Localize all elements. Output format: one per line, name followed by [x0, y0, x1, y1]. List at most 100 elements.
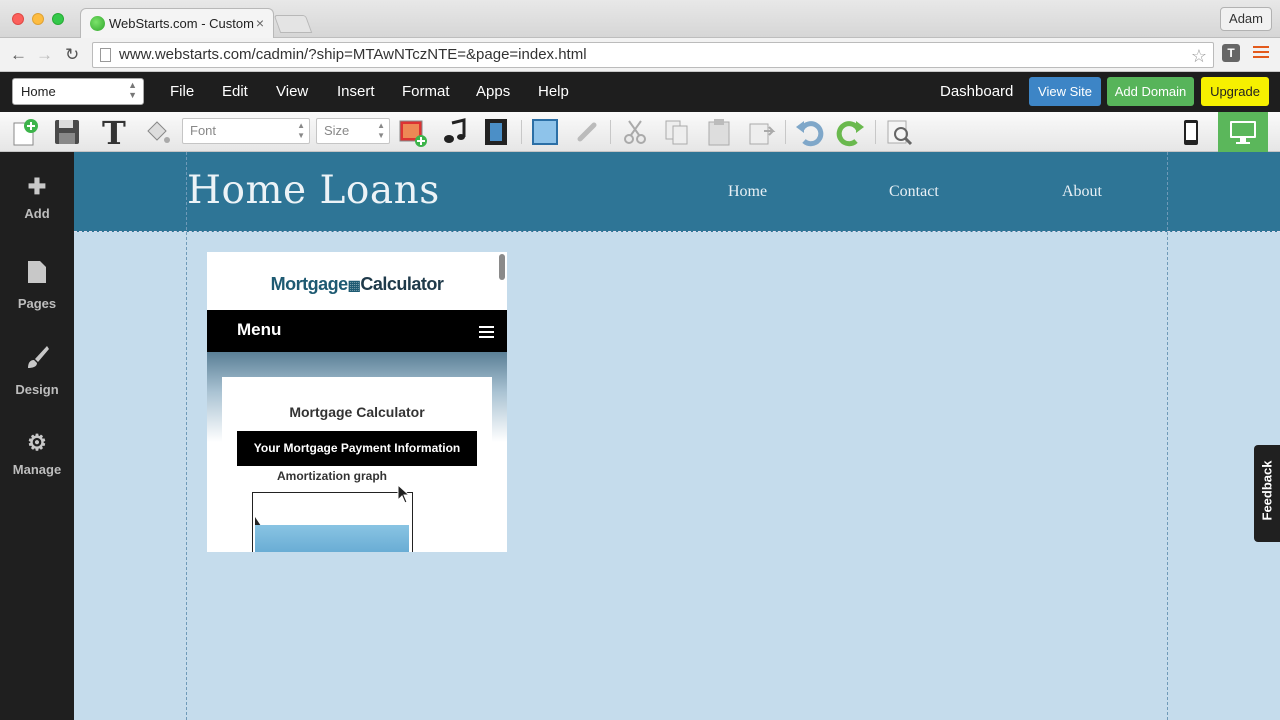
tab-close-icon[interactable]: × — [256, 15, 264, 31]
add-domain-button[interactable]: Add Domain — [1107, 77, 1194, 106]
select-arrows-icon: ▲ ▼ — [377, 121, 385, 140]
upgrade-button[interactable]: Upgrade — [1201, 77, 1269, 106]
reload-icon[interactable]: ↻ — [65, 45, 79, 65]
site-nav-about[interactable]: About — [1062, 183, 1102, 201]
paste-special-icon[interactable] — [746, 117, 776, 147]
window-maximize-button[interactable] — [52, 13, 64, 25]
site-nav-home[interactable]: Home — [728, 183, 767, 201]
link-icon[interactable] — [572, 117, 602, 147]
site-header[interactable]: Home Loans Home Contact About — [74, 152, 1280, 232]
toolbar-separator — [785, 120, 786, 144]
redo-icon[interactable] — [836, 117, 866, 147]
feedback-tab[interactable]: Feedback — [1254, 445, 1280, 542]
svg-text:T: T — [102, 117, 126, 147]
menu-edit[interactable]: Edit — [222, 83, 248, 100]
sidebar-item-label: Add — [24, 206, 50, 221]
page-icon — [100, 48, 111, 62]
image-icon[interactable] — [398, 117, 428, 147]
window-minimize-button[interactable] — [32, 13, 44, 25]
amortization-graph — [252, 492, 413, 552]
widget-card: Mortgage Calculator Your Mortgage Paymen… — [222, 377, 492, 552]
editor-toolbar: T Font ▲ ▼ Size ▲ ▼ — [0, 112, 1280, 152]
site-nav-contact[interactable]: Contact — [889, 183, 939, 201]
menu-apps[interactable]: Apps — [476, 83, 510, 100]
window-close-button[interactable] — [12, 13, 24, 25]
undo-icon[interactable] — [794, 117, 824, 147]
sidebar-item-pages[interactable]: Pages — [0, 260, 74, 311]
paste-icon[interactable] — [704, 117, 734, 147]
bookmark-star-icon[interactable]: ☆ — [1191, 44, 1207, 68]
browser-title-bar: WebStarts.com - Custom W × Adam — [0, 0, 1280, 38]
video-icon[interactable] — [481, 117, 511, 147]
browser-nav-bar: ← → ↻ www.webstarts.com/cadmin/?ship=MTA… — [0, 38, 1280, 72]
hamburger-icon[interactable] — [479, 326, 494, 341]
font-select[interactable]: Font ▲ ▼ — [182, 118, 310, 144]
size-select-value: Size — [324, 123, 350, 138]
new-tab-button[interactable] — [273, 15, 313, 33]
site-title[interactable]: Home Loans — [187, 168, 440, 213]
menu-file[interactable]: File — [170, 83, 194, 100]
page-selector[interactable]: Home ▲ ▼ — [12, 78, 144, 105]
toolbar-separator — [610, 120, 611, 144]
desktop-view-button[interactable] — [1218, 112, 1268, 152]
menu-help[interactable]: Help — [538, 83, 569, 100]
select-arrows-icon: ▲ ▼ — [297, 121, 305, 140]
page-icon — [0, 260, 74, 290]
widget-scrollbar[interactable] — [499, 254, 505, 280]
widget-menu-bar[interactable]: Menu — [207, 310, 507, 352]
sidebar-item-manage[interactable]: ⚙ Manage — [0, 430, 74, 477]
menu-view[interactable]: View — [276, 83, 308, 100]
brush-icon — [0, 344, 74, 376]
widget-logo: Mortgage▦Calculator — [207, 274, 507, 295]
amortization-label: Amortization graph — [277, 469, 387, 483]
page-selector-value: Home — [21, 84, 56, 99]
new-page-icon[interactable] — [10, 117, 40, 147]
gear-icon: ⚙ — [27, 430, 47, 455]
paint-bucket-icon[interactable] — [142, 117, 172, 147]
forward-icon[interactable]: → — [36, 45, 53, 65]
desktop-icon — [1230, 121, 1256, 144]
preview-icon[interactable] — [885, 117, 915, 147]
menu-format[interactable]: Format — [402, 83, 450, 100]
view-site-button[interactable]: View Site — [1029, 77, 1101, 106]
feedback-label: Feedback — [1259, 460, 1275, 521]
sidebar-item-label: Pages — [17, 296, 57, 311]
save-icon[interactable] — [52, 117, 82, 147]
widget-menu-label: Menu — [237, 320, 282, 339]
url-text: www.webstarts.com/cadmin/?ship=MTAwNTczN… — [119, 46, 587, 63]
widget-logo-a: Mortgage — [270, 274, 349, 294]
payment-info-button[interactable]: Your Mortgage Payment Information — [237, 431, 477, 466]
graph-area — [255, 525, 409, 552]
text-icon[interactable]: T — [100, 117, 130, 147]
layout-guide-right — [1167, 152, 1168, 720]
font-select-value: Font — [190, 123, 217, 138]
copy-icon[interactable] — [662, 117, 692, 147]
profile-button[interactable]: Adam — [1220, 7, 1272, 31]
browser-menu-icon[interactable] — [1253, 46, 1269, 61]
menu-insert[interactable]: Insert — [337, 83, 375, 100]
sidebar-item-design[interactable]: Design — [0, 344, 74, 397]
browser-tab[interactable]: WebStarts.com - Custom W × — [80, 8, 274, 38]
box-icon[interactable] — [530, 117, 560, 147]
extension-icon[interactable]: T — [1222, 44, 1240, 62]
editor-canvas[interactable]: Home Loans Home Contact About Mortgage▦C… — [74, 152, 1280, 720]
editor-sidebar: ✚ Add Pages Design ⚙ Manage — [0, 152, 74, 720]
select-arrows-icon: ▲ ▼ — [128, 80, 137, 100]
sidebar-item-add[interactable]: ✚ Add — [0, 174, 74, 221]
favicon-icon — [90, 16, 105, 31]
tab-title: WebStarts.com - Custom W — [109, 16, 257, 31]
plus-icon: ✚ — [27, 174, 47, 199]
size-select[interactable]: Size ▲ ▼ — [316, 118, 390, 144]
widget-card-title: Mortgage Calculator — [289, 404, 425, 420]
music-icon[interactable] — [440, 117, 470, 147]
mortgage-calculator-widget[interactable]: Mortgage▦Calculator Menu Mortgage Calcul… — [207, 252, 507, 552]
dashboard-link[interactable]: Dashboard — [940, 83, 1013, 100]
sidebar-item-label: Design — [15, 382, 59, 397]
sidebar-item-label: Manage — [12, 462, 62, 477]
back-icon[interactable]: ← — [10, 45, 27, 65]
editor-menu-bar: Home ▲ ▼ File Edit View Insert Format App… — [0, 72, 1280, 112]
cut-icon[interactable] — [620, 117, 650, 147]
toolbar-separator — [875, 120, 876, 144]
mobile-icon[interactable] — [1176, 117, 1206, 147]
url-bar[interactable]: www.webstarts.com/cadmin/?ship=MTAwNTczN… — [92, 42, 1214, 68]
